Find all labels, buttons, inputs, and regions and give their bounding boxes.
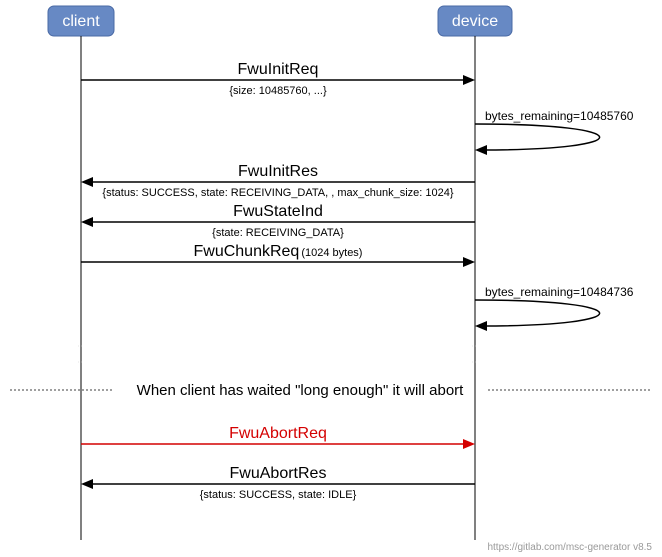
msg-fwustateind-sub: {state: RECEIVING_DATA}	[212, 227, 344, 239]
msg-fwuinitreq-label: FwuInitReq	[238, 61, 319, 78]
arrow-left-icon	[81, 479, 93, 489]
self-loop-1	[475, 124, 600, 150]
msg-fwuabortres-sub: {status: SUCCESS, state: IDLE}	[200, 489, 357, 501]
arrow-right-icon	[463, 439, 475, 449]
self-msg-bytes2: bytes_remaining=10484736	[485, 285, 634, 299]
msg-fwuabortreq-label: FwuAbortReq	[229, 425, 327, 442]
credit-text: https://gitlab.com/msc-generator v8.5	[487, 542, 652, 553]
arrow-left-icon	[81, 217, 93, 227]
arrow-right-icon	[463, 257, 475, 267]
separator-label: When client has waited "long enough" it …	[137, 382, 465, 399]
msg-fwuinitreq-sub: {size: 10485760, ...}	[229, 85, 327, 97]
actor-client-label: client	[62, 13, 100, 30]
arrow-left-icon	[475, 321, 487, 331]
self-msg-bytes1: bytes_remaining=10485760	[485, 109, 634, 123]
sequence-diagram: client device FwuInitReq {size: 10485760…	[0, 0, 662, 557]
self-loop-2	[475, 300, 600, 326]
arrow-left-icon	[475, 145, 487, 155]
msg-fwuchunkreq-label: FwuChunkReq(1024 bytes)	[194, 243, 363, 260]
msg-fwustateind-label: FwuStateInd	[233, 203, 323, 220]
msg-fwuinitres-sub: {status: SUCCESS, state: RECEIVING_DATA,…	[102, 187, 453, 199]
msg-fwuinitres-label: FwuInitRes	[238, 163, 318, 180]
actor-device-label: device	[452, 13, 498, 30]
arrow-left-icon	[81, 177, 93, 187]
arrow-right-icon	[463, 75, 475, 85]
msg-fwuabortres-label: FwuAbortRes	[230, 465, 327, 482]
